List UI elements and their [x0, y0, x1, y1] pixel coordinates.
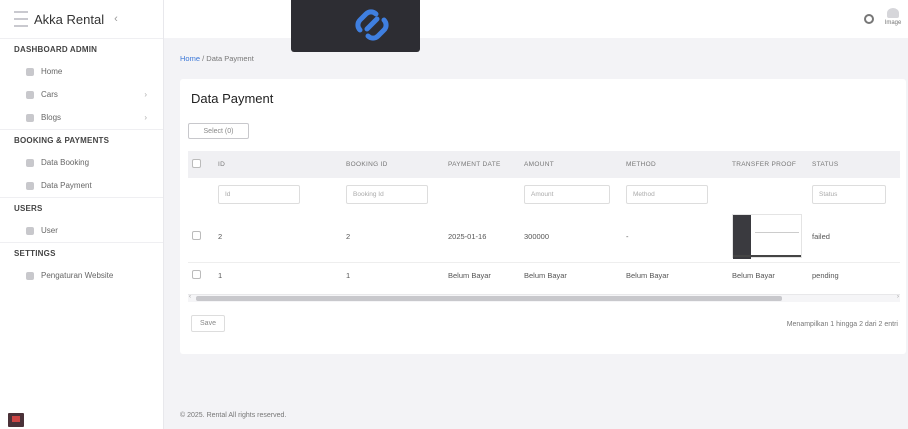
column-header[interactable]: TRANSFER PROOF [728, 151, 808, 178]
scroll-left-icon[interactable]: ‹ [189, 294, 191, 300]
scroll-right-icon[interactable]: › [897, 294, 899, 300]
payment-icon [26, 181, 34, 190]
table-header: ID BOOKING ID PAYMENT DATE AMOUNT METHOD… [188, 151, 900, 178]
breadcrumb-current: Data Payment [206, 54, 254, 63]
sidebar-item-pengaturan-website[interactable]: Pengaturan Website [0, 264, 163, 287]
pagination-info: Menampilkan 1 hingga 2 dari 2 entri [786, 321, 898, 328]
payment-card: Data Payment Select (0) ID BOOKING ID PA… [180, 79, 906, 354]
row-checkbox[interactable] [192, 230, 201, 240]
gear-icon[interactable] [864, 14, 874, 24]
cell-id: 1 [218, 271, 223, 281]
sidebar-item-data-booking[interactable]: Data Booking [0, 151, 163, 174]
sidebar-item-cars[interactable]: Cars › [0, 83, 163, 106]
sidebar-item-label: Home [41, 67, 63, 76]
sidebar-item-label: Data Payment [41, 181, 92, 190]
avatar [887, 8, 899, 18]
topbar [164, 0, 908, 38]
breadcrumb: Home / Data Payment [180, 54, 254, 63]
transfer-proof-image[interactable] [732, 214, 802, 260]
sidebar-item-blogs[interactable]: Blogs › [0, 106, 163, 129]
booking-icon [26, 158, 34, 167]
cell-amount: Belum Bayar [524, 271, 567, 281]
link-icon [355, 9, 389, 41]
sidebar-item-home[interactable]: Home [0, 60, 163, 83]
cell-amount: 300000 [524, 231, 550, 241]
app-badge-icon [8, 413, 24, 427]
cell-status: pending [812, 271, 839, 281]
filter-status-input[interactable]: Status [812, 185, 886, 204]
sidebar-item-label: Blogs [41, 113, 62, 122]
chevron-right-icon: › [144, 90, 147, 99]
column-header[interactable]: AMOUNT [520, 151, 622, 178]
filter-amount-input[interactable]: Amount [524, 185, 610, 204]
home-icon [26, 67, 34, 76]
sidebar: Akka Rental ‹ DASHBOARD ADMIN Home Cars … [0, 0, 164, 429]
sidebar-item-label: Data Booking [41, 158, 90, 167]
filter-booking-id-input[interactable]: Booking Id [346, 185, 428, 204]
settings-icon [26, 271, 34, 280]
cell-booking-id: 1 [346, 271, 351, 281]
cell-booking-id: 2 [346, 231, 351, 241]
sidebar-item-label: User [41, 226, 58, 235]
chevron-left-icon[interactable]: ‹ [114, 13, 118, 25]
section-settings: SETTINGS [0, 242, 163, 264]
page-title: Data Payment [191, 91, 274, 106]
sidebar-item-label: Cars [41, 90, 58, 99]
filter-row: Id Booking Id Amount Method Status [188, 178, 900, 211]
cell-payment-date: Belum Bayar [448, 271, 491, 281]
cell-method: Belum Bayar [626, 271, 669, 281]
app-title: Akka Rental [34, 11, 105, 27]
column-header[interactable]: STATUS [808, 151, 900, 178]
select-button[interactable]: Select (0) [188, 123, 249, 139]
table-row[interactable]: 1 1 Belum Bayar Belum Bayar Belum Bayar … [188, 262, 900, 289]
link-overlay[interactable] [291, 0, 420, 52]
cell-method: - [626, 231, 629, 241]
brand: Akka Rental ‹ [0, 0, 163, 38]
filter-method-input[interactable]: Method [626, 185, 708, 204]
profile-menu[interactable]: Image [880, 8, 906, 32]
cell-status: failed [812, 231, 830, 241]
scrollbar-thumb[interactable] [196, 296, 782, 301]
save-button[interactable]: Save [191, 315, 225, 332]
cell-transfer-proof: Belum Bayar [732, 271, 775, 281]
column-header[interactable]: METHOD [622, 151, 728, 178]
menu-icon[interactable] [14, 11, 28, 27]
chevron-right-icon: › [144, 113, 147, 122]
section-dashboard-admin: DASHBOARD ADMIN [0, 38, 163, 60]
user-icon [26, 226, 34, 235]
column-header[interactable]: BOOKING ID [342, 151, 444, 178]
cell-payment-date: 2025-01-16 [448, 231, 487, 241]
filter-id-input[interactable]: Id [218, 185, 300, 204]
select-all-checkbox[interactable] [192, 159, 201, 168]
table-row[interactable]: 2 2 2025-01-16 300000 - failed [188, 211, 900, 262]
row-checkbox[interactable] [192, 270, 201, 280]
profile-label: Image [884, 20, 902, 26]
section-users: USERS [0, 197, 163, 219]
sidebar-item-label: Pengaturan Website [41, 271, 114, 280]
section-booking-payments: BOOKING & PAYMENTS [0, 129, 163, 151]
sidebar-item-data-payment[interactable]: Data Payment [0, 174, 163, 197]
car-icon [26, 90, 34, 99]
blog-icon [26, 113, 34, 122]
cell-id: 2 [218, 231, 223, 241]
sidebar-item-user[interactable]: User [0, 219, 163, 242]
breadcrumb-home[interactable]: Home [180, 54, 200, 63]
footer-text: © 2025. Rental All rights reserved. [180, 412, 287, 419]
column-header[interactable]: PAYMENT DATE [444, 151, 520, 178]
horizontal-scrollbar[interactable]: ‹ › [188, 294, 900, 302]
payments-table: ID BOOKING ID PAYMENT DATE AMOUNT METHOD… [188, 151, 900, 289]
column-header[interactable]: ID [214, 151, 342, 178]
